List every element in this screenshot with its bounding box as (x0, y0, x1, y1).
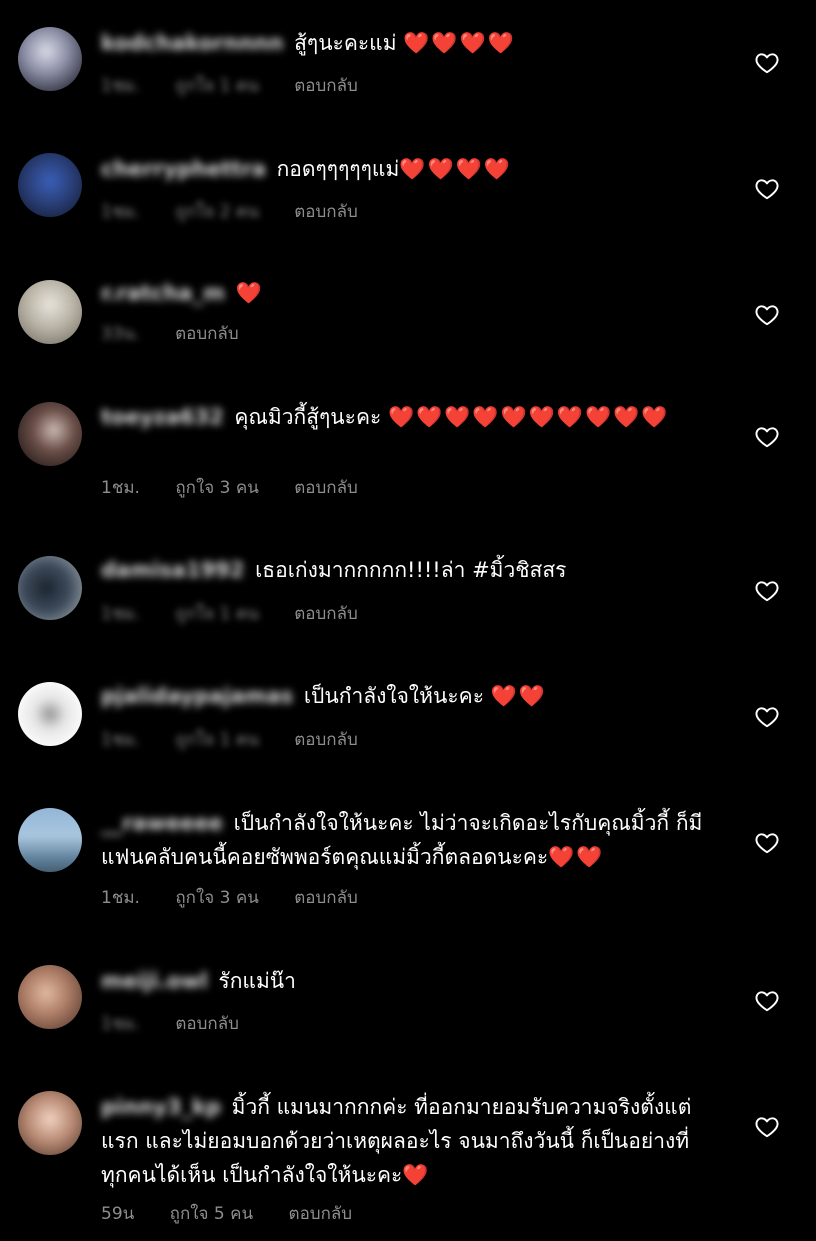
like-button[interactable] (752, 576, 782, 606)
comment-body: meiji.owl รักแม่น๊า (101, 964, 711, 998)
comment-time: 1ชม. (101, 604, 140, 624)
comment-time: 1ชม. (101, 730, 140, 750)
heart-emoji: ❤️❤️❤️❤️ (399, 157, 512, 181)
username[interactable]: cherryphettra (101, 152, 266, 186)
avatar[interactable] (18, 682, 82, 746)
comment-body: kodchakornnnn สู้ๆนะคะแม่ ❤️❤️❤️❤️ (101, 26, 711, 60)
comment-meta: 1ชม. ถูกใจ 3 คน ตอบกลับ (101, 884, 358, 911)
username[interactable]: r.ratcha_m (101, 276, 225, 310)
like-button[interactable] (752, 828, 782, 858)
comment-time: 59น (101, 1204, 135, 1224)
heart-emoji: ❤️ (402, 1163, 431, 1187)
comment-body: cherryphettra กอดๆๆๆๆๆแม่❤️❤️❤️❤️ (101, 152, 711, 186)
avatar[interactable] (18, 280, 82, 344)
username[interactable]: kodchakornnnn (101, 26, 283, 60)
heart-outline-icon (755, 833, 779, 854)
username[interactable]: meiji.owl (101, 964, 208, 998)
like-count[interactable]: ถูกใจ 1 คน (175, 730, 258, 750)
heart-outline-icon (755, 427, 779, 448)
like-button[interactable] (752, 48, 782, 78)
reply-button[interactable]: ตอบกลับ (294, 730, 358, 750)
heart-outline-icon (755, 305, 779, 326)
comment-body: pinny3_kp มิ้วกี้ แมนมากกกค่ะ ที่ออกมายอ… (101, 1090, 711, 1192)
username[interactable]: pinny3_kp (101, 1090, 221, 1124)
comment-text: สู้ๆนะคะแม่ (294, 31, 397, 55)
username[interactable]: toeyza632 (101, 400, 224, 434)
comment-meta: 33น. ตอบกลับ (101, 320, 239, 347)
comment-time: 1ชม. (101, 1014, 140, 1034)
comment-meta: 1ชม. ถูกใจ 2 คน ตอบกลับ (101, 198, 358, 225)
comment-meta: 1ชม. ถูกใจ 1 คน ตอบกลับ (101, 600, 358, 627)
comment-text: เป็นกำลังใจให้นะคะ (303, 684, 484, 708)
like-button[interactable] (752, 702, 782, 732)
reply-button[interactable]: ตอบกลับ (294, 76, 358, 96)
reply-button[interactable]: ตอบกลับ (289, 1204, 353, 1224)
comment-time: 1ชม. (101, 888, 140, 908)
comment-time: 33น. (101, 324, 140, 344)
username[interactable]: pjalidaypajamas (101, 679, 293, 713)
heart-emoji: ❤️❤️ (490, 684, 547, 708)
avatar[interactable] (18, 27, 82, 91)
like-button[interactable] (752, 300, 782, 330)
username[interactable]: damisa1992 (101, 553, 244, 587)
heart-outline-icon (755, 707, 779, 728)
like-button[interactable] (752, 422, 782, 452)
like-count[interactable]: ถูกใจ 3 คน (175, 888, 258, 908)
comment-text: เธอเก่งมากกกกก!!!!ล่า #มิ้วชิสสร (255, 558, 567, 582)
comment-meta: 59น ถูกใจ 5 คน ตอบกลับ (101, 1200, 352, 1227)
avatar[interactable] (18, 556, 82, 620)
like-count[interactable]: ถูกใจ 1 คน (175, 76, 258, 96)
heart-emoji: ❤️❤️ (548, 845, 605, 869)
like-count[interactable]: ถูกใจ 3 คน (175, 478, 258, 498)
heart-outline-icon (755, 53, 779, 74)
heart-emoji: ❤️❤️❤️❤️❤️❤️❤️❤️❤️❤️ (387, 405, 670, 429)
reply-button[interactable]: ตอบกลับ (294, 604, 358, 624)
comment-meta: 1ชม. ตอบกลับ (101, 1010, 239, 1037)
comment-body: pjalidaypajamas เป็นกำลังใจให้นะคะ ❤️❤️ (101, 679, 711, 713)
like-count[interactable]: ถูกใจ 2 คน (175, 202, 258, 222)
reply-button[interactable]: ตอบกลับ (175, 1014, 239, 1034)
comment-text: คุณมิวกี้สู้ๆนะคะ (234, 405, 382, 429)
comment-meta: 1ชม. ถูกใจ 1 คน ตอบกลับ (101, 72, 358, 99)
avatar[interactable] (18, 153, 82, 217)
avatar[interactable] (18, 402, 82, 466)
heart-emoji: ❤️ (235, 281, 264, 305)
heart-emoji: ❤️❤️❤️❤️ (403, 31, 516, 55)
avatar[interactable] (18, 808, 82, 872)
like-button[interactable] (752, 174, 782, 204)
comment-meta: 1ชม. ถูกใจ 1 คน ตอบกลับ (101, 726, 358, 753)
comment-body: toeyza632 คุณมิวกี้สู้ๆนะคะ ❤️❤️❤️❤️❤️❤️… (101, 400, 711, 434)
reply-button[interactable]: ตอบกลับ (294, 478, 358, 498)
avatar[interactable] (18, 1091, 82, 1155)
comment-text: รักแม่น๊า (218, 969, 296, 993)
reply-button[interactable]: ตอบกลับ (294, 888, 358, 908)
comment-text: กอดๆๆๆๆๆแม่ (276, 157, 400, 181)
avatar[interactable] (18, 965, 82, 1029)
heart-outline-icon (755, 179, 779, 200)
like-count[interactable]: ถูกใจ 1 คน (175, 604, 258, 624)
comment-body: damisa1992 เธอเก่งมากกกกก!!!!ล่า #มิ้วชิ… (101, 553, 711, 587)
like-count[interactable]: ถูกใจ 5 คน (170, 1204, 253, 1224)
comment-time: 1ชม. (101, 202, 140, 222)
comment-time: 1ชม. (101, 76, 140, 96)
heart-outline-icon (755, 581, 779, 602)
heart-outline-icon (755, 1117, 779, 1138)
heart-outline-icon (755, 991, 779, 1012)
reply-button[interactable]: ตอบกลับ (294, 202, 358, 222)
comment-meta: 1ชม. ถูกใจ 3 คน ตอบกลับ (101, 474, 358, 501)
comment-body: __raweeee เป็นกำลังใจให้นะคะ ไม่ว่าจะเกิ… (101, 806, 711, 874)
comment-body: r.ratcha_m ❤️ (101, 276, 711, 310)
like-button[interactable] (752, 1112, 782, 1142)
like-button[interactable] (752, 986, 782, 1016)
comment-time: 1ชม. (101, 478, 140, 498)
username[interactable]: __raweeee (101, 806, 223, 840)
reply-button[interactable]: ตอบกลับ (175, 324, 239, 344)
